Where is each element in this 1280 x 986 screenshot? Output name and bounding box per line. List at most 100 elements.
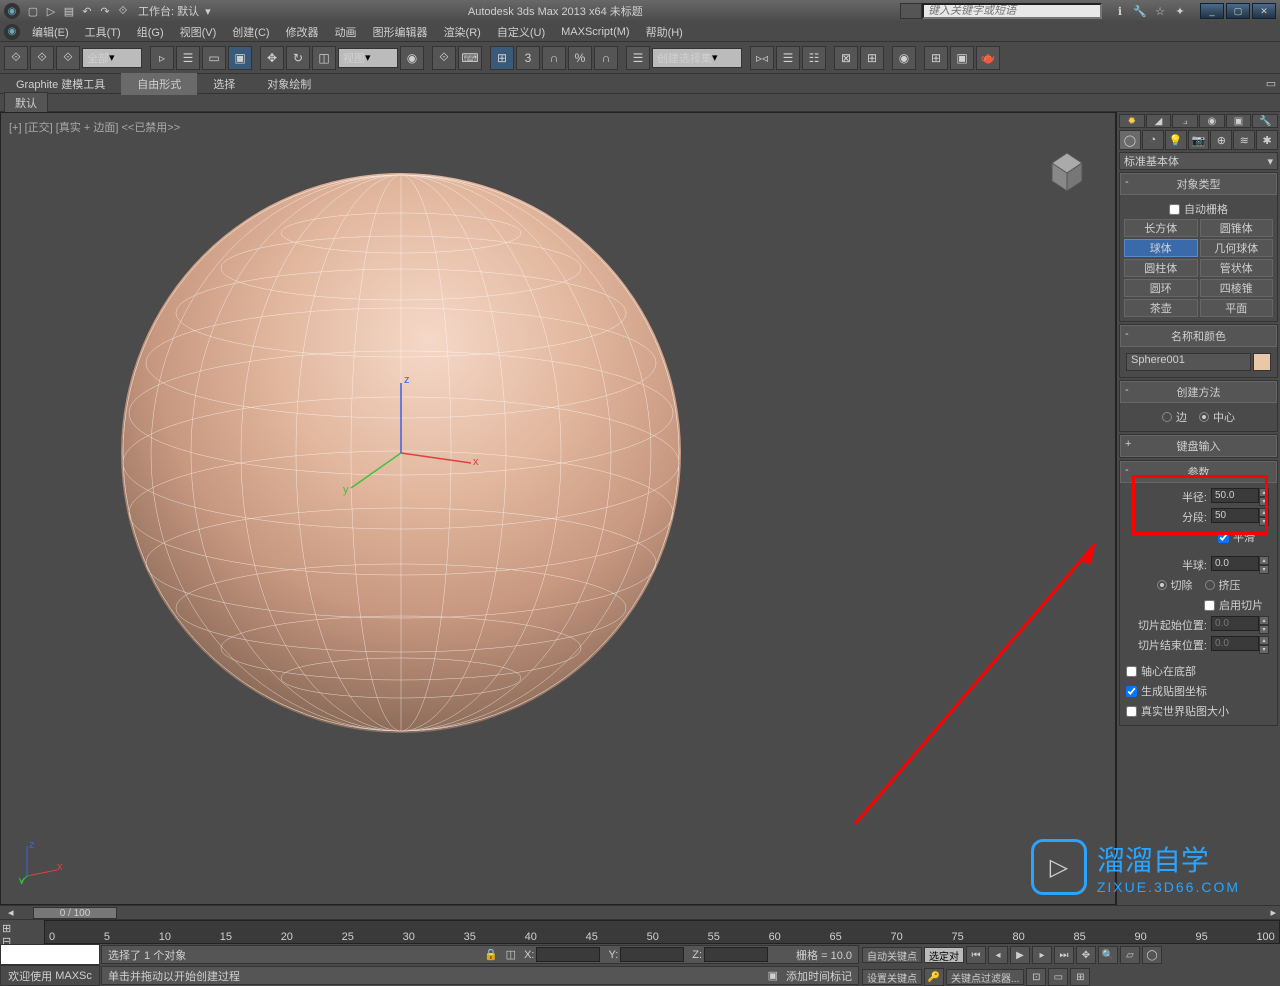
keyboard-shortcut-icon[interactable]: ⌨ bbox=[458, 46, 482, 70]
help-search-input[interactable] bbox=[922, 3, 1102, 19]
time-slider[interactable]: ◂ 0 / 100 ▸ bbox=[0, 906, 1280, 920]
nav-orbit-icon[interactable]: ◯ bbox=[1142, 946, 1162, 964]
rollout-header[interactable]: -参数 bbox=[1120, 461, 1277, 483]
nav-max-icon[interactable]: ⊞ bbox=[1070, 968, 1090, 986]
ribbon-freeform[interactable]: 自由形式 bbox=[121, 73, 197, 95]
percent-snap-icon[interactable]: ∩ bbox=[542, 46, 566, 70]
render-setup-icon[interactable]: ⊞ bbox=[924, 46, 948, 70]
tab-motion-icon[interactable]: ◉ bbox=[1199, 114, 1225, 128]
cat-lights-icon[interactable]: 💡 bbox=[1165, 130, 1187, 150]
rollout-header[interactable]: -对象类型 bbox=[1120, 173, 1277, 195]
radio-edge[interactable]: 边 bbox=[1162, 409, 1187, 425]
axis-gizmo-icon[interactable]: x y z bbox=[321, 373, 481, 533]
snap-toggle-icon[interactable]: ⊞ bbox=[490, 46, 514, 70]
viewport[interactable]: [+] [正交] [真实 + 边面] <<已禁用>> bbox=[0, 112, 1116, 905]
tab-display-icon[interactable]: ▣ bbox=[1226, 114, 1252, 128]
play-next-icon[interactable]: ▸ bbox=[1032, 946, 1052, 964]
coord-y-input[interactable] bbox=[620, 947, 684, 962]
play-end-icon[interactable]: ⏭ bbox=[1054, 946, 1074, 964]
tab-create-icon[interactable]: ✹ bbox=[1119, 114, 1145, 128]
play-prev-icon[interactable]: ◂ bbox=[988, 946, 1008, 964]
tl-next-icon[interactable]: ▸ bbox=[1270, 906, 1276, 919]
slice-checkbox[interactable] bbox=[1204, 600, 1215, 611]
close-button[interactable]: ✕ bbox=[1252, 3, 1276, 19]
rollout-header[interactable]: +键盘输入 bbox=[1120, 435, 1277, 457]
material-editor-icon[interactable]: ◉ bbox=[892, 46, 916, 70]
refcoord-dropdown[interactable]: 视图 ▾ bbox=[338, 48, 398, 68]
undo-icon[interactable]: ↶ bbox=[78, 3, 96, 19]
nav-zoom-icon[interactable]: 🔍 bbox=[1098, 946, 1118, 964]
object-name-input[interactable]: Sphere001 bbox=[1126, 353, 1251, 371]
cat-helpers-icon[interactable]: ⊕ bbox=[1210, 130, 1232, 150]
radius-input[interactable]: 50.0 bbox=[1211, 488, 1259, 503]
spinner-down-icon[interactable]: ▾ bbox=[1259, 497, 1269, 506]
spinner-up-icon[interactable]: ▴ bbox=[1259, 488, 1269, 497]
play-icon[interactable]: ▶ bbox=[1010, 946, 1030, 964]
menu-animation[interactable]: 动画 bbox=[327, 22, 365, 42]
gen-mapping-checkbox[interactable] bbox=[1126, 686, 1137, 697]
link-tool-icon[interactable]: ⟐ bbox=[4, 46, 28, 70]
smooth-checkbox[interactable] bbox=[1218, 532, 1229, 543]
menu-edit[interactable]: 编辑(E) bbox=[24, 22, 77, 42]
app-menu-icon[interactable]: ◉ bbox=[4, 24, 20, 40]
pivot-icon[interactable]: ◉ bbox=[400, 46, 424, 70]
key-icon[interactable]: 🔧 bbox=[1132, 3, 1148, 19]
render-icon[interactable]: 🫖 bbox=[976, 46, 1000, 70]
spinner-down-icon[interactable]: ▾ bbox=[1259, 565, 1269, 574]
cat-shapes-icon[interactable]: ◔ bbox=[1142, 130, 1164, 150]
render-frame-icon[interactable]: ▣ bbox=[950, 46, 974, 70]
autokey-button[interactable]: 自动关键点 bbox=[862, 947, 922, 963]
tab-utilities-icon[interactable]: 🔧 bbox=[1252, 114, 1278, 128]
base-pivot-checkbox[interactable] bbox=[1126, 666, 1137, 677]
real-world-checkbox[interactable] bbox=[1126, 706, 1137, 717]
select-icon[interactable]: ▹ bbox=[150, 46, 174, 70]
menu-graph[interactable]: 图形编辑器 bbox=[365, 22, 436, 42]
bind-tool-icon[interactable]: ⟐ bbox=[56, 46, 80, 70]
manip-icon[interactable]: ⟐ bbox=[432, 46, 456, 70]
menu-tools[interactable]: 工具(T) bbox=[77, 22, 129, 42]
play-start-icon[interactable]: ⏮ bbox=[966, 946, 986, 964]
comm-icon[interactable]: ☆ bbox=[1152, 3, 1168, 19]
menu-group[interactable]: 组(G) bbox=[129, 22, 172, 42]
sphere-object[interactable]: x y z bbox=[121, 173, 681, 733]
key-icon[interactable]: 🔑 bbox=[924, 968, 944, 986]
save-icon[interactable]: ▤ bbox=[60, 3, 78, 19]
cat-systems-icon[interactable]: ✱ bbox=[1256, 130, 1278, 150]
script-icon[interactable]: ▣ bbox=[768, 969, 778, 982]
menu-render[interactable]: 渲染(R) bbox=[436, 22, 489, 42]
star-icon[interactable]: ✦ bbox=[1172, 3, 1188, 19]
btn-pyramid[interactable]: 四棱锥 bbox=[1200, 279, 1274, 297]
rollout-header[interactable]: -名称和颜色 bbox=[1120, 325, 1277, 347]
btn-cylinder[interactable]: 圆柱体 bbox=[1124, 259, 1198, 277]
btn-plane[interactable]: 平面 bbox=[1200, 299, 1274, 317]
coord-x-input[interactable] bbox=[536, 947, 600, 962]
lock-icon[interactable]: 🔒 bbox=[484, 948, 498, 961]
rollout-header[interactable]: -创建方法 bbox=[1120, 381, 1277, 403]
tl-prev-icon[interactable]: ◂ bbox=[8, 906, 14, 919]
layers-icon[interactable]: ☷ bbox=[802, 46, 826, 70]
cat-cameras-icon[interactable]: 📷 bbox=[1188, 130, 1210, 150]
nav-fov-icon[interactable]: ▱ bbox=[1120, 946, 1140, 964]
btn-geosphere[interactable]: 几何球体 bbox=[1200, 239, 1274, 257]
track-ruler[interactable]: 0510152025303540455055606570758085909510… bbox=[44, 920, 1280, 944]
unlink-tool-icon[interactable]: ⟐ bbox=[30, 46, 54, 70]
workspace-dropdown[interactable]: 工作台: 默认 bbox=[138, 3, 199, 19]
btn-torus[interactable]: 圆环 bbox=[1124, 279, 1198, 297]
setkey-button[interactable]: 设置关键点 bbox=[862, 969, 922, 985]
menu-help[interactable]: 帮助(H) bbox=[638, 22, 691, 42]
named-selection-dropdown[interactable]: 创建选择集 ▾ bbox=[652, 48, 742, 68]
btn-cone[interactable]: 圆锥体 bbox=[1200, 219, 1274, 237]
schematic-icon[interactable]: ⊞ bbox=[860, 46, 884, 70]
curve-editor-icon[interactable]: ⊠ bbox=[834, 46, 858, 70]
spinner-down-icon[interactable]: ▾ bbox=[1259, 517, 1269, 526]
btn-tube[interactable]: 管状体 bbox=[1200, 259, 1274, 277]
scale-icon[interactable]: ◫ bbox=[312, 46, 336, 70]
primitive-type-dropdown[interactable]: 标准基本体▾ bbox=[1119, 152, 1278, 170]
mirror-icon[interactable]: ▹◃ bbox=[750, 46, 774, 70]
viewcube-icon[interactable] bbox=[1039, 143, 1095, 199]
btn-teapot[interactable]: 茶壶 bbox=[1124, 299, 1198, 317]
nav-pan-icon[interactable]: ✥ bbox=[1076, 946, 1096, 964]
radio-center[interactable]: 中心 bbox=[1199, 409, 1235, 425]
info-icon[interactable]: ℹ bbox=[1112, 3, 1128, 19]
app-logo-icon[interactable]: ◉ bbox=[4, 3, 20, 19]
